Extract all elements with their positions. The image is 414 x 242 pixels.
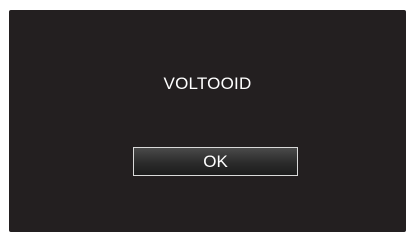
status-message: VOLTOOID: [163, 74, 252, 93]
ok-button[interactable]: OK: [133, 147, 298, 176]
dialog-screen: VOLTOOID OK: [9, 10, 406, 232]
